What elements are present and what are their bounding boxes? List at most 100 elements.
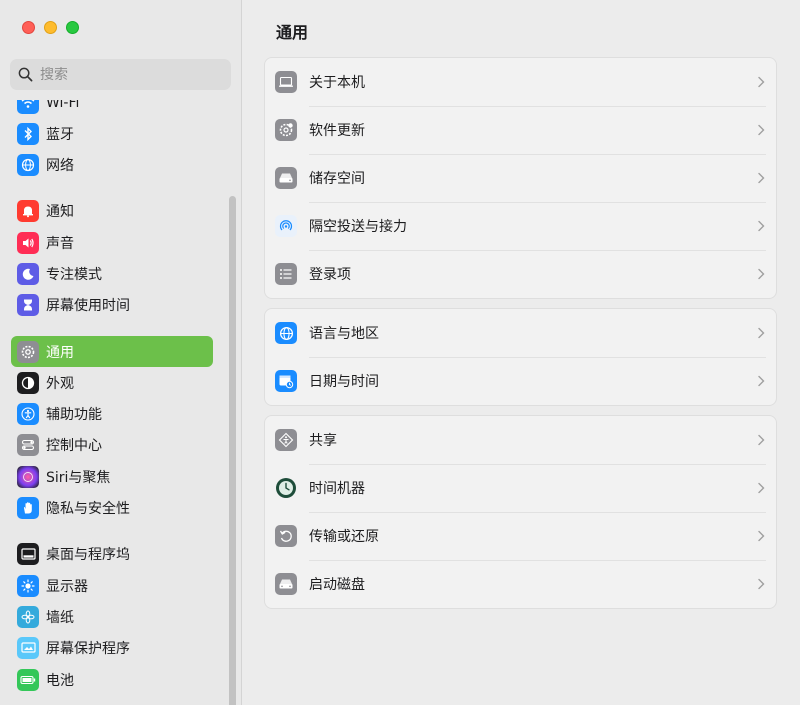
chevron-right-icon — [758, 172, 765, 184]
laptop-icon — [275, 71, 297, 93]
airdrop-icon — [275, 215, 297, 237]
row-label: 软件更新 — [309, 123, 365, 139]
row-label: 日期与时间 — [309, 374, 379, 390]
calendar-clock-icon — [275, 370, 297, 392]
row-label: 隔空投送与接力 — [309, 219, 407, 235]
sun-icon — [17, 574, 39, 597]
row-language-region[interactable]: 语言与地区 — [265, 309, 776, 357]
sidebar-item-screensaver[interactable]: 屏幕保护程序 — [11, 633, 213, 664]
sidebar-item-accessibility[interactable]: 辅助功能 — [11, 399, 213, 430]
sidebar-item-siri[interactable]: Siri与聚焦 — [11, 461, 213, 492]
sidebar-item-displays[interactable]: 显示器 — [11, 570, 213, 601]
chevron-right-icon — [758, 578, 765, 590]
row-label: 传输或还原 — [309, 529, 379, 545]
row-label: 启动磁盘 — [309, 577, 365, 593]
globe-icon — [275, 322, 297, 344]
search-field[interactable] — [10, 59, 231, 90]
chevron-right-icon — [758, 268, 765, 280]
row-startup-disk[interactable]: 启动磁盘 — [265, 560, 776, 608]
row-label: 语言与地区 — [309, 326, 379, 342]
sidebar-item-label: Siri与聚焦 — [46, 469, 111, 486]
sidebar-item-label: 声音 — [46, 235, 74, 252]
sidebar-item-label: 网络 — [46, 158, 74, 175]
wifi-icon — [17, 100, 39, 114]
restore-icon — [275, 525, 297, 547]
chevron-right-icon — [758, 220, 765, 232]
sidebar-item-label: 辅助功能 — [46, 407, 102, 424]
speaker-icon — [17, 231, 39, 254]
settings-window: Wi-Fi 蓝牙 网络 — [0, 0, 800, 705]
sidebar-item-wallpaper[interactable]: 墙纸 — [11, 601, 213, 632]
siri-icon — [17, 465, 39, 488]
sidebar-item-appearance[interactable]: 外观 — [11, 367, 213, 398]
sidebar-item-focus[interactable]: 专注模式 — [11, 258, 213, 289]
row-login-items[interactable]: 登录项 — [265, 250, 776, 298]
sidebar-item-wifi[interactable]: Wi-Fi — [11, 100, 213, 118]
settings-group-locale: 语言与地区 日期与时间 — [264, 308, 777, 406]
sidebar-item-desktop-dock[interactable]: 桌面与程序坞 — [11, 539, 213, 570]
sidebar-item-label: 电池 — [46, 672, 74, 689]
sidebar-item-network[interactable]: 网络 — [11, 150, 213, 181]
sidebar-item-label: 屏幕使用时间 — [46, 298, 130, 315]
share-icon — [275, 429, 297, 451]
row-date-time[interactable]: 日期与时间 — [265, 357, 776, 405]
row-time-machine[interactable]: 时间机器 — [265, 464, 776, 512]
sidebar-item-screen-time[interactable]: 屏幕使用时间 — [11, 290, 213, 321]
bluetooth-icon — [17, 122, 39, 145]
sidebar-item-bluetooth[interactable]: 蓝牙 — [11, 118, 213, 149]
sidebar-item-label: 外观 — [46, 375, 74, 392]
close-window-button[interactable] — [22, 21, 35, 34]
sidebar-item-battery[interactable]: 电池 — [11, 664, 213, 695]
row-sharing[interactable]: 共享 — [265, 416, 776, 464]
sidebar-item-label: 通知 — [46, 204, 74, 221]
chevron-right-icon — [758, 434, 765, 446]
row-storage[interactable]: 储存空间 — [265, 154, 776, 202]
row-label: 储存空间 — [309, 171, 365, 187]
chevron-right-icon — [758, 375, 765, 387]
sidebar-item-label: 通用 — [46, 344, 74, 361]
maximize-window-button[interactable] — [66, 21, 79, 34]
row-label: 时间机器 — [309, 481, 365, 497]
row-airdrop-handoff[interactable]: 隔空投送与接力 — [265, 202, 776, 250]
moon-icon — [17, 262, 39, 285]
sidebar-item-privacy[interactable]: 隐私与安全性 — [11, 493, 213, 524]
sidebar-item-control-center[interactable]: 控制中心 — [11, 430, 213, 461]
sidebar-item-notifications[interactable]: 通知 — [11, 196, 213, 227]
row-transfer-restore[interactable]: 传输或还原 — [265, 512, 776, 560]
bell-icon — [17, 200, 39, 223]
sidebar-item-sound[interactable]: 声音 — [11, 227, 213, 258]
hourglass-icon — [17, 294, 39, 317]
chevron-right-icon — [758, 327, 765, 339]
time-machine-icon — [275, 477, 297, 499]
row-label: 共享 — [309, 433, 337, 449]
row-software-update[interactable]: 软件更新 — [265, 106, 776, 154]
sidebar-item-label: 墙纸 — [46, 609, 74, 626]
sidebar-item-label: 屏幕保护程序 — [46, 641, 130, 658]
hand-icon — [17, 497, 39, 520]
chevron-right-icon — [758, 124, 765, 136]
search-input[interactable] — [40, 66, 210, 83]
drive-icon — [275, 167, 297, 189]
chevron-right-icon — [758, 530, 765, 542]
screensaver-icon — [17, 637, 39, 660]
sidebar-scrollbar-thumb[interactable] — [229, 196, 236, 705]
chevron-right-icon — [758, 76, 765, 88]
row-about[interactable]: 关于本机 — [265, 58, 776, 106]
sidebar-item-label: 专注模式 — [46, 266, 102, 283]
page-title: 通用 — [276, 23, 309, 42]
settings-group-sharing: 共享 时间机器 传输或还原 启动磁盘 — [264, 415, 777, 609]
chevron-right-icon — [758, 482, 765, 494]
main-content: 通用 关于本机 软件更新 储存空间 隔空投送与接力 登录项 语言与地区 日期与时… — [242, 0, 800, 705]
list-icon — [275, 263, 297, 285]
accessibility-icon — [17, 403, 39, 426]
row-label: 关于本机 — [309, 75, 365, 91]
sidebar-item-general[interactable]: 通用 — [11, 336, 213, 368]
sidebar-item-label: 隐私与安全性 — [46, 501, 130, 518]
minimize-window-button[interactable] — [44, 21, 57, 34]
flower-icon — [17, 605, 39, 628]
sidebar-list: Wi-Fi 蓝牙 网络 通知 声音 专注模式 屏幕使用时间 通用 外观 辅助功能… — [11, 100, 213, 695]
control-center-icon — [17, 434, 39, 457]
sidebar-item-label: 桌面与程序坞 — [46, 547, 130, 564]
sidebar-scrollbar[interactable] — [227, 100, 237, 705]
sidebar-item-label: Wi-Fi — [46, 100, 80, 111]
